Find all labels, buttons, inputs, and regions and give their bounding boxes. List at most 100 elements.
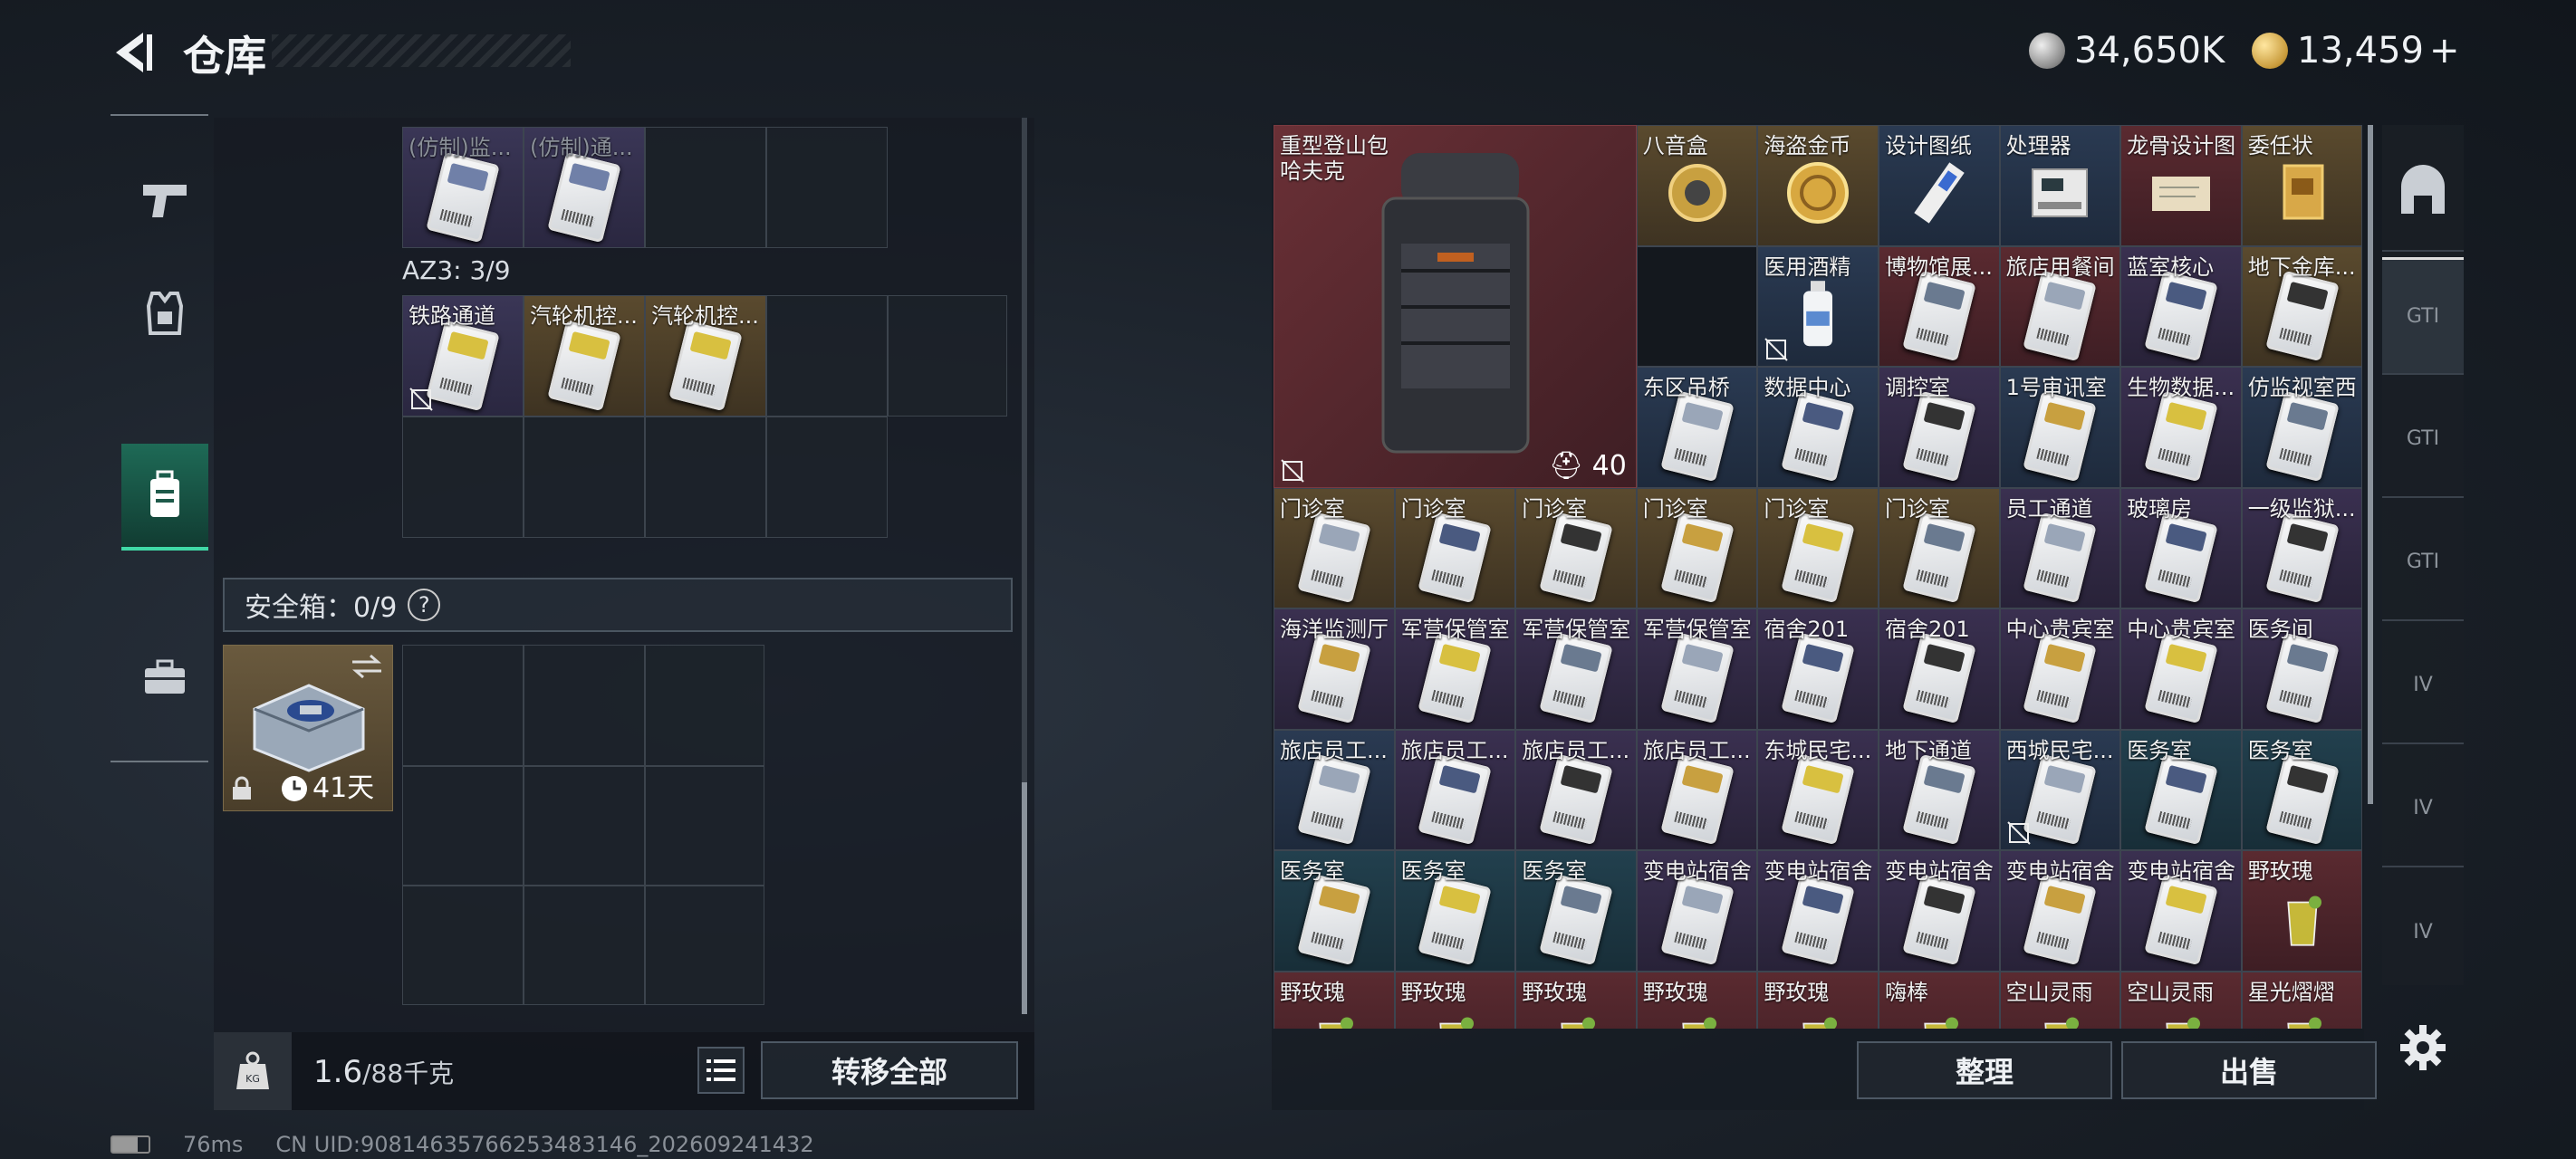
inventory-item[interactable]: 铁路通道 (402, 295, 524, 417)
stash-item[interactable]: 医务室 (1274, 850, 1395, 972)
safebox-empty-slot[interactable] (524, 886, 645, 1005)
stash-item[interactable]: 军营保管室 (1636, 608, 1758, 730)
add-currency-button[interactable]: + (2429, 30, 2460, 72)
stash-item[interactable]: 海盗金币 (1757, 125, 1879, 246)
stash-empty-slot[interactable] (1636, 245, 1758, 367)
stash-item[interactable]: 变电站宿舍 (1636, 850, 1758, 972)
stash-item[interactable]: 门诊室 (1879, 487, 2000, 608)
empty-slot[interactable] (888, 295, 1007, 417)
empty-slot[interactable] (766, 127, 888, 248)
stash-item[interactable]: 旅店员工... (1394, 729, 1516, 850)
stash-item[interactable]: 旅店员工... (1636, 729, 1758, 850)
empty-slot[interactable] (402, 417, 524, 538)
stash-item[interactable]: 地下通道 (1879, 729, 2000, 850)
stash-item[interactable]: 门诊室 (1394, 487, 1516, 608)
stash-item[interactable]: 门诊室 (1515, 487, 1637, 608)
stash-item[interactable]: 东城民宅... (1757, 729, 1879, 850)
swap-icon[interactable] (351, 653, 383, 680)
tab-case[interactable] (121, 628, 208, 726)
stash-item[interactable]: 龙骨设计图 (2120, 125, 2242, 246)
stash-item[interactable]: 门诊室 (1274, 487, 1395, 608)
stash-item[interactable]: 医务间 (2241, 608, 2363, 730)
stash-item[interactable]: 星光熠熠 (2241, 971, 2363, 1029)
stash-item[interactable]: 中心贵宾室 (2120, 608, 2242, 730)
empty-slot[interactable] (766, 417, 888, 538)
stash-item[interactable]: 医务室 (2120, 729, 2242, 850)
stash-scrollbar[interactable] (2368, 125, 2373, 804)
inventory-item[interactable]: (仿制)通... (524, 127, 645, 248)
stash-item[interactable]: 野玫瑰 (1515, 971, 1637, 1029)
stash-item[interactable]: 海洋监测厅 (1274, 608, 1395, 730)
stash-item[interactable]: 门诊室 (1757, 487, 1879, 608)
stash-item[interactable]: 野玫瑰 (1394, 971, 1516, 1029)
stash-item[interactable]: 野玫瑰 (1757, 971, 1879, 1029)
stash-item[interactable]: 旅店员工... (1274, 729, 1395, 850)
back-button[interactable] (107, 27, 158, 78)
organize-button[interactable]: 整理 (1857, 1041, 2112, 1099)
stash-item[interactable]: 八音盒 (1636, 125, 1758, 246)
stash-tab-2[interactable]: GTI (2382, 380, 2464, 498)
stash-item[interactable]: 医务室 (1394, 850, 1516, 972)
empty-slot[interactable] (645, 417, 766, 538)
sell-button[interactable]: 出售 (2121, 1041, 2377, 1099)
stash-item[interactable]: 野玫瑰 (1636, 971, 1758, 1029)
stash-item[interactable]: 委任状 (2241, 125, 2363, 246)
stash-item[interactable]: 数据中心 (1757, 367, 1879, 488)
safebox-empty-slot[interactable] (645, 766, 764, 886)
stash-item[interactable]: 野玫瑰 (1274, 971, 1395, 1029)
stash-item[interactable]: 医用酒精 (1757, 245, 1879, 367)
inventory-item[interactable]: 汽轮机控... (524, 295, 645, 417)
stash-item[interactable]: 宿舍201 (1757, 608, 1879, 730)
stash-item[interactable]: 变电站宿舍 (1757, 850, 1879, 972)
safebox-slot[interactable]: 41天 (223, 645, 393, 811)
left-scrollbar[interactable] (1022, 118, 1027, 1014)
inventory-item[interactable]: 汽轮机控... (645, 295, 766, 417)
stash-item[interactable]: 宿舍201 (1879, 608, 2000, 730)
list-view-button[interactable] (697, 1047, 745, 1094)
stash-item[interactable]: 旅店用餐间 (1999, 245, 2121, 367)
stash-item[interactable]: 医务室 (1515, 850, 1637, 972)
empty-slot[interactable] (766, 295, 888, 417)
safebox-help-button[interactable]: ? (408, 589, 441, 621)
safebox-empty-slot[interactable] (645, 645, 764, 766)
stash-item[interactable]: 空山灵雨 (1999, 971, 2121, 1029)
stash-tab-1[interactable]: GTI (2382, 257, 2464, 375)
stash-item[interactable]: 西城民宅... (1999, 729, 2121, 850)
stash-item[interactable]: 设计图纸 (1879, 125, 2000, 246)
stash-item[interactable]: 门诊室 (1636, 487, 1758, 608)
stash-item[interactable]: 变电站宿舍 (1999, 850, 2121, 972)
tab-armor[interactable] (121, 264, 208, 362)
stash-item[interactable]: 军营保管室 (1515, 608, 1637, 730)
stash-item[interactable]: 处理器 (1999, 125, 2121, 246)
safebox-empty-slot[interactable] (524, 766, 645, 886)
stash-item[interactable]: 玻璃房 (2120, 487, 2242, 608)
safebox-empty-slot[interactable] (645, 886, 764, 1005)
tab-weapons[interactable] (121, 152, 208, 250)
stash-item[interactable]: 蓝室核心 (2120, 245, 2242, 367)
transfer-all-button[interactable]: 转移全部 (761, 1041, 1018, 1099)
stash-item[interactable]: 变电站宿舍 (1879, 850, 2000, 972)
backpack-item[interactable]: 重型登山包 哈夫克 ⛑ 40 (1274, 125, 1637, 488)
stash-item[interactable]: 员工通道 (1999, 487, 2121, 608)
safebox-empty-slot[interactable] (402, 886, 524, 1005)
stash-item[interactable]: 一级监狱... (2241, 487, 2363, 608)
stash-tab-6[interactable]: IV (2382, 873, 2464, 991)
stash-item[interactable]: 调控室 (1879, 367, 2000, 488)
empty-slot[interactable] (524, 417, 645, 538)
tab-backpack[interactable] (121, 444, 208, 551)
stash-tab-4[interactable]: IV (2382, 627, 2464, 744)
safebox-empty-slot[interactable] (402, 645, 524, 766)
stash-item[interactable]: 变电站宿舍 (2120, 850, 2242, 972)
stash-item[interactable]: 军营保管室 (1394, 608, 1516, 730)
stash-item[interactable]: 野玫瑰 (2241, 850, 2363, 972)
stash-item[interactable]: 东区吊桥 (1636, 367, 1758, 488)
stash-item[interactable]: 博物馆展... (1879, 245, 2000, 367)
stash-item[interactable]: 空山灵雨 (2120, 971, 2242, 1029)
gold-currency[interactable]: 13,459 + (2252, 25, 2459, 76)
stash-item[interactable]: 地下金库... (2241, 245, 2363, 367)
stash-tab-5[interactable]: IV (2382, 750, 2464, 867)
empty-slot[interactable] (645, 127, 766, 248)
stash-tab-main[interactable] (2382, 134, 2464, 252)
stash-item[interactable]: 医务室 (2241, 729, 2363, 850)
settings-button[interactable] (2398, 1023, 2447, 1076)
